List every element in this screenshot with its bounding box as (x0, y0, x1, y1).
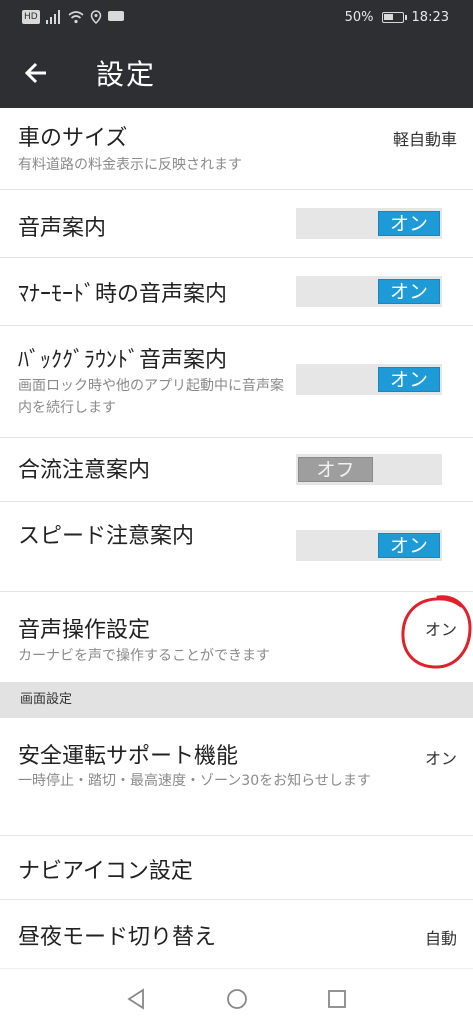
battery-icon (381, 12, 407, 23)
setting-subtitle: 一時停止・踏切・最高速度・ゾーン30をお知らせします (18, 773, 371, 789)
setting-voice-operation[interactable]: 音声操作設定 カーナビを声で操作することができます オン (0, 592, 473, 682)
setting-title: 音声案内 (18, 216, 107, 241)
hd-badge: HD (22, 10, 40, 24)
setting-value: オン (424, 749, 457, 768)
setting-title: ﾏﾅｰﾓｰﾄﾞ時の音声案内 (18, 282, 228, 307)
setting-value: 軽自動車 (392, 130, 457, 149)
battery-percent: 50% (344, 10, 374, 25)
setting-navi-icon[interactable]: ナビアイコン設定 (0, 836, 473, 900)
toggle-state: オフ (298, 457, 373, 482)
wifi-icon (68, 10, 84, 24)
toggle-state: オン (378, 279, 440, 304)
nav-home-button[interactable] (225, 987, 249, 1011)
setting-subtitle: 画面ロック時や他のアプリ起動中に音声案内を続行します (18, 378, 284, 416)
setting-title: 昼夜モード切り替え (18, 925, 217, 950)
setting-title: ﾊﾞｯｸｸﾞﾗｳﾝﾄﾞ音声案内 (18, 348, 228, 373)
setting-background-voice: ﾊﾞｯｸｸﾞﾗｳﾝﾄﾞ音声案内 画面ロック時や他のアプリ起動中に音声案内を続行し… (0, 326, 473, 438)
status-icons-right: 50% 18:23 (345, 10, 449, 25)
toggle-state: オン (378, 367, 440, 392)
section-header-screen: 画面設定 (0, 682, 473, 718)
circle-home-icon (227, 989, 247, 1009)
background-voice-toggle[interactable]: オン (296, 364, 442, 395)
toggle-state: オン (378, 533, 440, 558)
setting-merge-warning: 合流注意案内 オフ (0, 438, 473, 502)
setting-subtitle: カーナビを声で操作することができます (18, 648, 270, 664)
voice-guidance-toggle[interactable]: オン (296, 208, 442, 239)
setting-title: 安全運転サポート機能 (18, 744, 239, 769)
red-circle-annotation (401, 595, 472, 669)
status-icons-left: HD (22, 10, 124, 25)
setting-title: 音声操作設定 (18, 618, 151, 643)
location-icon (90, 10, 102, 25)
app-notification-icon (107, 10, 124, 24)
status-bar: HD 50% 18:23 (0, 0, 473, 36)
setting-title: ナビアイコン設定 (18, 859, 193, 884)
setting-safe-driving[interactable]: 安全運転サポート機能 一時停止・踏切・最高速度・ゾーン30をお知らせします オン (0, 718, 473, 836)
page-title: 設定 (96, 58, 157, 91)
setting-title: スピード注意案内 (18, 524, 195, 549)
setting-subtitle: 有料道路の料金表示に反映されます (18, 157, 242, 173)
nav-recents-button[interactable] (325, 987, 349, 1011)
app-bar: 設定 (0, 36, 473, 108)
setting-title: 合流注意案内 (18, 458, 151, 483)
nav-back-button[interactable] (124, 987, 148, 1011)
system-nav-bar (0, 968, 473, 1024)
triangle-back-icon (127, 988, 144, 1010)
setting-voice-guidance: 音声案内 オン (0, 190, 473, 258)
clock: 18:23 (411, 10, 449, 25)
setting-title: 車のサイズ (18, 126, 128, 151)
battery-level (383, 14, 393, 20)
merge-warning-toggle[interactable]: オフ (296, 454, 442, 485)
manner-mode-voice-toggle[interactable]: オン (296, 276, 442, 307)
back-button[interactable] (18, 54, 56, 92)
setting-car-size[interactable]: 車のサイズ 有料道路の料金表示に反映されます 軽自動車 (0, 108, 473, 190)
arrow-left-icon (24, 62, 46, 84)
setting-speed-warning: スピード注意案内 オン (0, 502, 473, 592)
setting-manner-mode-voice: ﾏﾅｰﾓｰﾄﾞ時の音声案内 オン (0, 258, 473, 326)
speed-warning-toggle[interactable]: オン (296, 530, 442, 561)
toggle-state: オン (378, 211, 440, 236)
signal-icon (45, 10, 62, 24)
square-recents-icon (328, 990, 346, 1008)
setting-value: 自動 (424, 929, 457, 948)
setting-day-night[interactable]: 昼夜モード切り替え 自動 (0, 900, 473, 968)
